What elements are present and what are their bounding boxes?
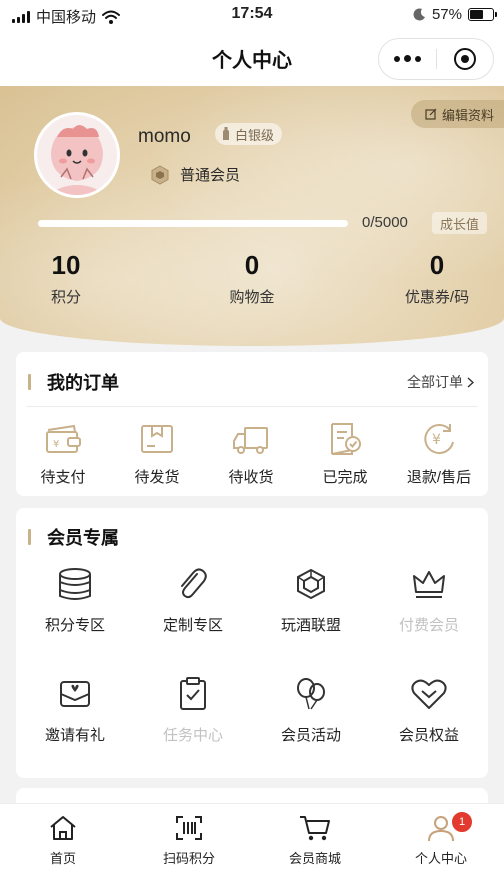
paperclip-icon <box>181 568 207 599</box>
more-icon[interactable] <box>379 55 436 63</box>
heart-shield-icon <box>411 679 447 709</box>
tab-label: 个人中心 <box>414 851 467 866</box>
edit-icon <box>425 108 437 120</box>
order-label: 已完成 <box>322 469 368 486</box>
tab-member-mall[interactable]: 会员商城 <box>252 814 378 867</box>
tab-scan-points[interactable]: 扫码积分 <box>126 814 252 867</box>
member-item-label: 积分专区 <box>44 617 105 634</box>
close-mini-program-icon[interactable] <box>437 48 494 70</box>
member-activities[interactable]: 会员活动 <box>252 676 370 745</box>
package-icon <box>141 425 173 453</box>
cart-icon <box>300 816 330 841</box>
growth-progress-bar <box>38 220 348 227</box>
tab-label: 会员商城 <box>288 851 341 866</box>
nav-bar: 个人中心 <box>0 30 504 86</box>
hexagon-icon <box>151 164 169 185</box>
member-item-label: 会员活动 <box>280 727 341 744</box>
status-bar: 中国移动 17:54 57% <box>0 0 504 30</box>
notification-badge: 1 <box>450 810 474 834</box>
refund-icon: ¥ <box>424 424 454 455</box>
tab-bar: 首页 扫码积分 会员商城 1 个人中心 <box>0 803 504 896</box>
battery-percent: 57% <box>431 6 462 23</box>
truck-icon <box>233 427 268 454</box>
edit-profile-label: 编辑资料 <box>441 107 494 123</box>
member-title-text: 会员专属 <box>47 528 119 548</box>
clipboard-check-icon <box>180 677 206 710</box>
member-item-label: 付费会员 <box>398 617 459 634</box>
home-icon <box>50 816 76 840</box>
coins-icon <box>59 568 91 600</box>
member-wine-alliance[interactable]: 玩酒联盟 <box>252 566 370 635</box>
order-label: 待收货 <box>228 469 274 486</box>
growth-target: /5000 <box>370 214 408 231</box>
member-benefits[interactable]: 会员权益 <box>370 676 488 745</box>
crown-icon <box>413 571 445 598</box>
orders-title-text: 我的订单 <box>47 373 119 393</box>
stat-shopping-money[interactable]: 0 购物金 <box>172 248 332 307</box>
order-refund[interactable]: ¥ 退款/售后 <box>392 422 486 487</box>
divider <box>26 406 478 407</box>
order-label: 待发货 <box>134 469 180 486</box>
orders-title: 我的订单 <box>28 369 119 395</box>
growth-badge: 成长值 <box>432 212 488 234</box>
tab-label: 扫码积分 <box>162 851 215 866</box>
member-item-label: 定制专区 <box>162 617 223 634</box>
member-card: 会员专属 积分专区 定制专区 玩酒联盟 付费会员 邀请有礼 任务中心 会员活动 … <box>16 508 488 778</box>
growth-value: 0/5000 <box>362 214 408 231</box>
member-type-label: 普通会员 <box>180 167 241 184</box>
battery-icon <box>468 8 497 21</box>
avatar[interactable] <box>34 112 120 198</box>
tab-home[interactable]: 首页 <box>0 814 126 867</box>
order-completed[interactable]: 已完成 <box>298 422 392 487</box>
svg-text:¥: ¥ <box>53 439 59 450</box>
profile-header: 编辑资料 momo 白银级 普通会员 0/5000 成长值 10 积分 0 购物… <box>0 86 504 346</box>
level-badge: 白银级 <box>215 123 283 145</box>
orders-card: 我的订单 全部订单 ¥ 待支付 待发货 待收货 已完成 ¥ 退款/售后 <box>16 352 488 496</box>
member-item-label: 任务中心 <box>162 727 223 744</box>
member-item-label: 会员权益 <box>398 727 459 744</box>
bottle-icon <box>223 127 229 140</box>
member-invite-gift[interactable]: 邀请有礼 <box>16 676 134 745</box>
stat-label: 积分 <box>50 289 81 306</box>
order-pending-payment[interactable]: ¥ 待支付 <box>16 422 110 487</box>
edit-profile-button[interactable]: 编辑资料 <box>410 100 504 128</box>
cube-icon <box>297 568 325 600</box>
stat-points[interactable]: 10 积分 <box>0 248 146 307</box>
all-orders-link[interactable]: 全部订单 <box>407 372 474 392</box>
tab-profile[interactable]: 1 个人中心 <box>378 810 504 867</box>
stat-value: 10 <box>51 250 81 280</box>
tab-label: 首页 <box>49 851 76 866</box>
member-task-center[interactable]: 任务中心 <box>134 676 252 745</box>
stat-value: 0 <box>244 250 260 280</box>
mini-program-capsule <box>378 38 494 80</box>
gift-envelope-icon <box>60 681 90 707</box>
member-custom-zone[interactable]: 定制专区 <box>134 566 252 635</box>
member-type: 普通会员 <box>150 164 240 185</box>
username: momo <box>138 126 191 147</box>
moon-icon <box>413 8 425 21</box>
member-item-label: 玩酒联盟 <box>280 617 341 634</box>
order-label: 待支付 <box>40 469 86 486</box>
stat-label: 购物金 <box>229 289 275 306</box>
order-label: 退款/售后 <box>406 469 472 486</box>
member-title: 会员专属 <box>28 524 119 550</box>
balloons-icon <box>297 678 325 710</box>
all-orders-label: 全部订单 <box>407 374 463 390</box>
scan-icon <box>176 816 202 840</box>
stat-coupons[interactable]: 0 优惠券/码 <box>357 248 504 307</box>
level-label: 白银级 <box>235 127 275 143</box>
chevron-right-icon <box>467 376 474 388</box>
member-item-label: 邀请有礼 <box>44 727 105 744</box>
order-pending-receipt[interactable]: 待收货 <box>204 422 298 487</box>
document-check-icon <box>331 423 361 455</box>
stat-value: 0 <box>429 250 445 280</box>
stat-label: 优惠券/码 <box>404 289 470 306</box>
member-paid-membership[interactable]: 付费会员 <box>370 566 488 635</box>
svg-text:¥: ¥ <box>432 432 441 448</box>
order-pending-shipment[interactable]: 待发货 <box>110 422 204 487</box>
member-points-zone[interactable]: 积分专区 <box>16 566 134 635</box>
wallet-icon: ¥ <box>46 424 81 453</box>
